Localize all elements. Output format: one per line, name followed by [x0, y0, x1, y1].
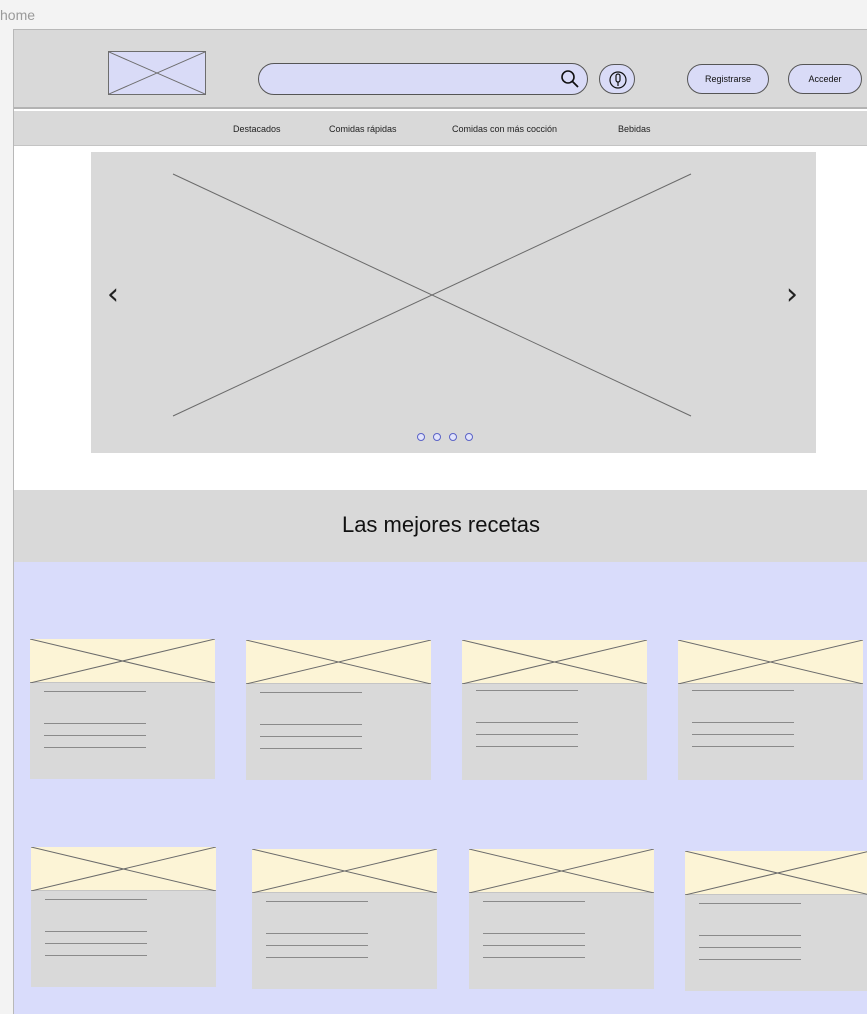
recipe-title-line — [699, 903, 801, 904]
recipe-title-line — [260, 692, 362, 693]
image-placeholder-icon — [172, 173, 692, 417]
recipe-card[interactable] — [31, 847, 216, 987]
carousel-dot[interactable] — [465, 433, 473, 441]
recipe-text-line — [260, 724, 362, 725]
category-nav: Destacados Comidas rápidas Comidas con m… — [14, 111, 867, 146]
recipe-card[interactable] — [469, 849, 654, 989]
login-button[interactable]: Acceder — [788, 64, 862, 94]
recipe-text-line — [266, 933, 368, 934]
logo-placeholder[interactable] — [108, 51, 206, 95]
image-placeholder-icon — [109, 52, 205, 94]
recipe-text-line — [476, 722, 578, 723]
recipe-text-line — [266, 945, 368, 946]
recipe-title-line — [44, 691, 146, 692]
image-placeholder-icon — [462, 640, 647, 684]
recipe-text-line — [45, 955, 147, 956]
nav-item-comidas-mas-coccion[interactable]: Comidas con más cocción — [452, 124, 557, 134]
recipe-image — [469, 849, 654, 893]
image-placeholder-icon — [678, 640, 863, 684]
recipe-text-line — [44, 735, 146, 736]
recipe-text-line — [44, 747, 146, 748]
nav-item-comidas-rapidas[interactable]: Comidas rápidas — [329, 124, 397, 134]
section-title: Las mejores recetas — [341, 512, 541, 537]
recipe-card[interactable] — [246, 640, 431, 780]
recipe-title-line — [45, 899, 147, 900]
recipe-card[interactable] — [462, 640, 647, 780]
chevron-left-icon[interactable]: ‹ — [107, 280, 119, 310]
image-placeholder-icon — [252, 849, 437, 893]
recipe-title-line — [483, 901, 585, 902]
chevron-right-icon[interactable]: › — [786, 280, 798, 310]
image-placeholder-icon — [469, 849, 654, 893]
recipe-text-line — [483, 957, 585, 958]
recipe-text-line — [483, 933, 585, 934]
recipe-card[interactable] — [678, 640, 863, 780]
recipe-image — [678, 640, 863, 684]
recipe-text-line — [699, 947, 801, 948]
recipe-text-line — [692, 746, 794, 747]
recipe-card[interactable] — [252, 849, 437, 989]
section-header: Las mejores recetas — [14, 490, 867, 562]
carousel-indicators — [417, 433, 473, 441]
nav-item-destacados[interactable]: Destacados — [233, 124, 281, 134]
recipe-text-line — [699, 959, 801, 960]
recipe-text-line — [260, 748, 362, 749]
recipe-card[interactable] — [685, 851, 867, 991]
recipe-card[interactable] — [30, 639, 215, 779]
nav-item-bebidas[interactable]: Bebidas — [618, 124, 651, 134]
search-input[interactable] — [258, 63, 588, 95]
home-page: Registrarse Acceder Destacados Comidas r… — [13, 29, 867, 1014]
recipe-text-line — [266, 957, 368, 958]
header: Registrarse Acceder — [14, 30, 867, 109]
frame-label: home — [0, 7, 36, 23]
recipe-text-line — [476, 746, 578, 747]
recipe-text-line — [260, 736, 362, 737]
recipe-image — [246, 640, 431, 684]
recipe-title-line — [692, 690, 794, 691]
image-placeholder-icon — [246, 640, 431, 684]
microphone-icon — [609, 71, 627, 89]
image-placeholder-icon — [31, 847, 216, 891]
recipe-title-line — [266, 901, 368, 902]
recipe-text-line — [483, 945, 585, 946]
hero-carousel[interactable]: ‹ › — [91, 152, 816, 453]
recipe-text-line — [692, 722, 794, 723]
carousel-dot[interactable] — [417, 433, 425, 441]
image-placeholder-icon — [685, 851, 867, 895]
recipe-text-line — [45, 943, 147, 944]
recipe-grid — [14, 562, 867, 1014]
image-placeholder-icon — [30, 639, 215, 683]
carousel-dot[interactable] — [449, 433, 457, 441]
recipe-text-line — [476, 734, 578, 735]
recipe-text-line — [45, 931, 147, 932]
recipe-image — [685, 851, 867, 895]
register-button[interactable]: Registrarse — [687, 64, 769, 94]
search-icon[interactable] — [559, 68, 581, 90]
recipe-image — [252, 849, 437, 893]
recipe-text-line — [692, 734, 794, 735]
recipe-image — [462, 640, 647, 684]
recipe-image — [30, 639, 215, 683]
recipe-text-line — [699, 935, 801, 936]
recipe-image — [31, 847, 216, 891]
recipe-title-line — [476, 690, 578, 691]
voice-search-button[interactable] — [599, 64, 635, 94]
recipe-text-line — [44, 723, 146, 724]
carousel-dot[interactable] — [433, 433, 441, 441]
